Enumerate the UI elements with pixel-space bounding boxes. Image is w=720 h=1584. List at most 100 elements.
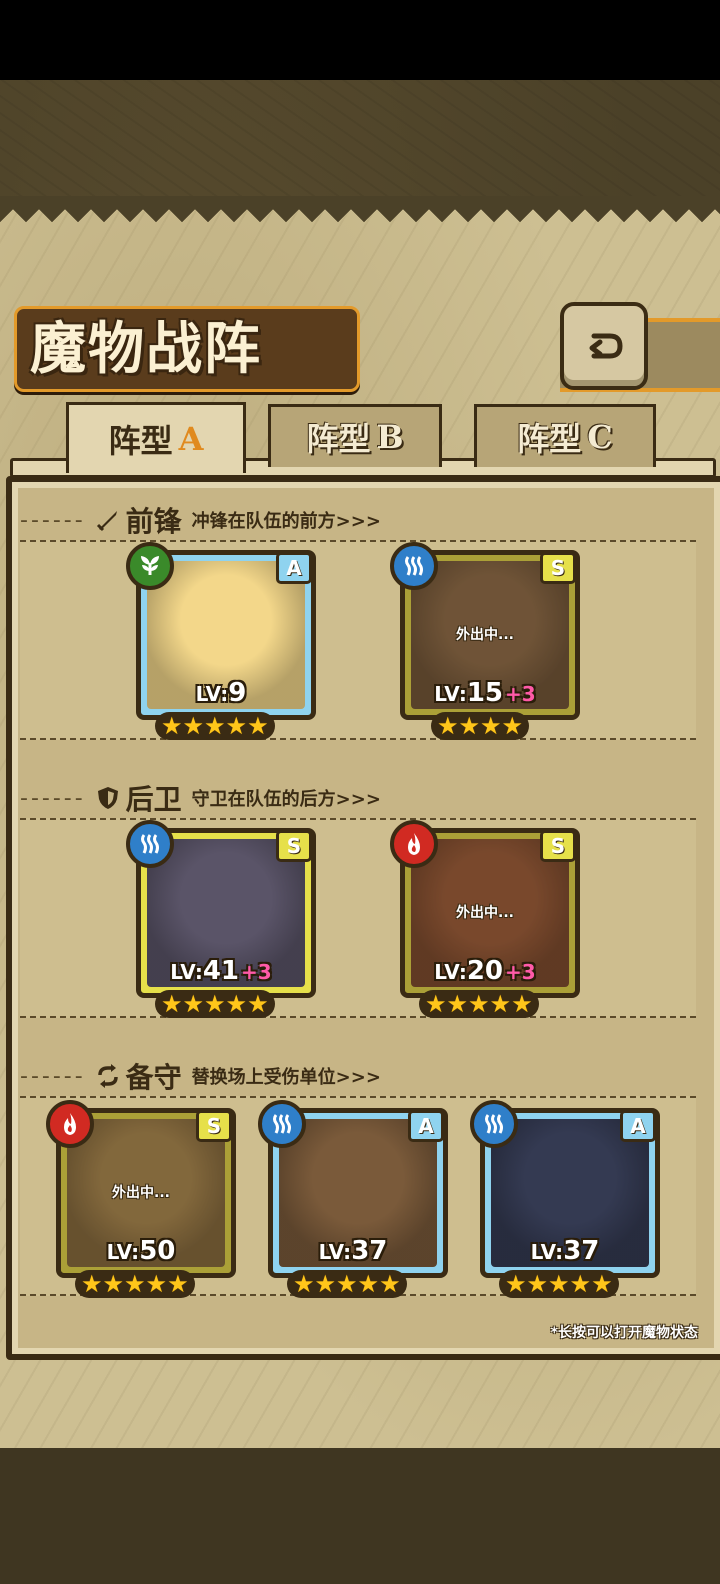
star-icon: ★ [379, 1270, 401, 1298]
star-icon: ★ [81, 1270, 103, 1298]
level-value: 50 [139, 1236, 176, 1266]
level-prefix: LV: [530, 1240, 564, 1264]
star-icon: ★ [161, 990, 183, 1018]
rarity-badge: S [540, 552, 576, 584]
tab-suffix: B [376, 418, 404, 456]
level-label: LV:15 +3 [400, 678, 570, 708]
level-value: 41 [202, 956, 240, 986]
level-label: LV:37 [268, 1236, 438, 1266]
level-label: LV:20 +3 [400, 956, 570, 986]
rearguard-row [20, 818, 696, 1018]
tab-formation-a[interactable]: 阵型 A [66, 402, 246, 473]
water-wave-icon [126, 820, 174, 868]
star-icon: ★ [458, 712, 481, 740]
level-value: 37 [563, 1236, 600, 1266]
water-wave-icon [470, 1100, 518, 1148]
monster-card[interactable]: S 外出中... LV:50 ★ ★ ★ ★ ★ [46, 1100, 236, 1298]
level-bonus: +3 [505, 960, 536, 984]
level-prefix: LV: [434, 682, 467, 706]
level-prefix: LV: [170, 960, 203, 984]
rarity-badge: A [408, 1110, 444, 1142]
tab-label: 阵型 [108, 422, 173, 460]
tab-suffix: A [178, 420, 204, 458]
star-rating: ★ ★ ★ ★ ★ [155, 990, 275, 1018]
monster-card[interactable]: A LV:37 ★ ★ ★ ★ ★ [258, 1100, 448, 1298]
level-label: LV:41 +3 [136, 956, 306, 986]
bottom-map-band [0, 1448, 720, 1584]
tab-label: 阵型 [306, 420, 371, 458]
tab-formation-b[interactable]: 阵型 B [268, 404, 442, 467]
section-desc: 替换场上受伤单位>>> [191, 1067, 381, 1088]
level-value: 20 [466, 956, 504, 986]
star-icon: ★ [102, 1270, 125, 1298]
star-icon: ★ [167, 1270, 189, 1298]
monster-card[interactable]: A LV:9 ★ ★ ★ ★ ★ [126, 542, 316, 740]
rearguard-header: ------ 后卫 守卫在队伍的后方>>> [20, 776, 696, 820]
long-press-hint: *长按可以打开魔物状态 [550, 1325, 698, 1341]
star-rating: ★ ★ ★ ★ ★ [155, 712, 275, 740]
star-rating: ★ ★ ★ ★ [431, 712, 530, 740]
back-arrow-icon [589, 333, 623, 359]
back-button[interactable] [560, 302, 648, 390]
star-icon: ★ [336, 1270, 358, 1298]
star-icon: ★ [480, 712, 502, 740]
rarity-badge: S [540, 830, 576, 862]
rarity-badge: S [276, 830, 312, 862]
star-icon: ★ [569, 1270, 592, 1298]
level-label: LV:9 [136, 678, 306, 708]
monster-card[interactable]: A LV:37 ★ ★ ★ ★ ★ [470, 1100, 660, 1298]
away-status: 外出中... [112, 1185, 170, 1201]
reserve-header: ------ 备守 替换场上受伤单位>>> [20, 1054, 696, 1098]
star-icon: ★ [204, 712, 226, 740]
tab-formation-c[interactable]: 阵型 C [474, 404, 656, 467]
level-label: LV:50 [56, 1236, 226, 1266]
panel-top-edge [0, 196, 720, 222]
star-rating: ★ ★ ★ ★ ★ [287, 1270, 407, 1298]
star-icon: ★ [526, 1270, 549, 1298]
level-prefix: LV: [434, 960, 467, 984]
rarity-badge: S [196, 1110, 232, 1142]
monster-card[interactable]: S 外出中... LV:20 +3 ★ ★ ★ ★ ★ [390, 820, 580, 1018]
away-status: 外出中... [456, 627, 514, 643]
sword-icon [94, 506, 122, 534]
level-label: LV:37 [480, 1236, 650, 1266]
level-bonus: +3 [241, 960, 272, 984]
star-icon: ★ [501, 712, 524, 740]
star-icon: ★ [446, 990, 469, 1018]
level-value: 9 [228, 678, 247, 708]
star-icon: ★ [225, 990, 248, 1018]
star-icon: ★ [247, 712, 269, 740]
level-prefix: LV: [195, 682, 229, 706]
section-desc: 守卫在队伍的后方>>> [191, 789, 381, 810]
star-icon: ★ [511, 990, 533, 1018]
vanguard-row [20, 540, 696, 740]
level-prefix: LV: [318, 1240, 352, 1264]
monster-card[interactable]: S 外出中... LV:15 +3 ★ ★ ★ ★ [390, 542, 580, 740]
rarity-badge: A [276, 552, 312, 584]
swap-icon [94, 1062, 122, 1090]
away-status: 外出中... [456, 905, 514, 921]
level-prefix: LV: [106, 1240, 140, 1264]
star-icon: ★ [247, 990, 269, 1018]
star-icon: ★ [437, 712, 459, 740]
star-icon: ★ [145, 1270, 168, 1298]
star-icon: ★ [182, 712, 205, 740]
star-rating: ★ ★ ★ ★ ★ [499, 1270, 619, 1298]
status-bar-area [0, 0, 720, 80]
star-icon: ★ [124, 1270, 146, 1298]
water-wave-icon [258, 1100, 306, 1148]
star-icon: ★ [548, 1270, 570, 1298]
star-rating: ★ ★ ★ ★ ★ [75, 1270, 195, 1298]
star-icon: ★ [591, 1270, 613, 1298]
section-name: 前锋 [125, 505, 182, 538]
monster-card[interactable]: S LV:41 +3 ★ ★ ★ ★ ★ [126, 820, 316, 1018]
star-icon: ★ [314, 1270, 337, 1298]
section-name: 后卫 [125, 783, 182, 816]
section-desc: 冲锋在队伍的前方>>> [191, 511, 381, 532]
section-name: 备守 [125, 1061, 182, 1094]
rarity-badge: A [620, 1110, 656, 1142]
star-icon: ★ [505, 1270, 527, 1298]
star-icon: ★ [357, 1270, 380, 1298]
star-icon: ★ [468, 990, 490, 1018]
water-wave-icon [390, 542, 438, 590]
